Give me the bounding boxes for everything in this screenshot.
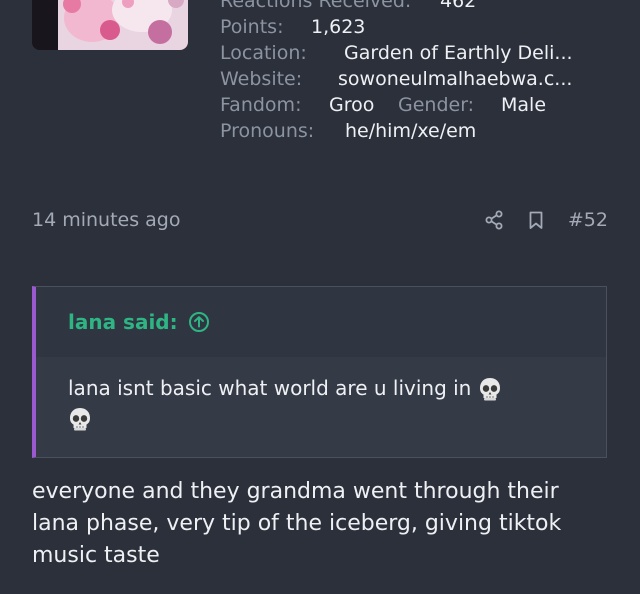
- info-value: 1,623: [311, 16, 366, 38]
- info-value: Garden of Earthly Deli...: [344, 42, 573, 64]
- info-row-location: Location: Garden of Earthly Deli...: [220, 40, 630, 66]
- info-label: Fandom:: [220, 94, 302, 116]
- info-label: Location:: [220, 42, 307, 64]
- info-row-reactions: Reactions Received: 462: [220, 0, 630, 14]
- info-label: Points:: [220, 16, 284, 38]
- info-value: he/him/xe/em: [345, 120, 477, 142]
- info-row-points: Points: 1,623: [220, 14, 630, 40]
- info-label: Pronouns:: [220, 120, 315, 142]
- info-label: Reactions Received:: [220, 0, 412, 12]
- quote-text: lana isnt basic what world are u living …: [36, 357, 606, 433]
- info-row-website: Website: sowoneulmalhaebwa.c...: [220, 66, 630, 92]
- quote-block: lana said: lana isnt basic what world ar…: [32, 286, 607, 458]
- info-value: 462: [440, 0, 477, 12]
- info-row-fandom-gender: Fandom: Groo Gender: Male: [220, 92, 630, 118]
- quote-author[interactable]: lana said:: [68, 310, 178, 334]
- user-info-list: Reactions Received: 462 Points: 1,623 Loca…: [220, 0, 630, 144]
- skull-emoji: [68, 407, 92, 433]
- arrow-up-circle-icon[interactable]: [188, 311, 210, 333]
- info-value: Groo: [329, 94, 375, 116]
- quote-text-content: lana isnt basic what world are u living …: [68, 376, 472, 400]
- post-timestamp[interactable]: 14 minutes ago: [32, 209, 181, 231]
- info-value: Male: [501, 94, 547, 116]
- skull-emoji: [478, 377, 502, 403]
- info-label: Website:: [220, 68, 303, 90]
- quote-header: lana said:: [36, 287, 606, 357]
- info-row-pronouns: Pronouns: he/him/xe/em: [220, 118, 630, 144]
- post-body-text: everyone and they grandma went through t…: [32, 479, 562, 568]
- user-avatar[interactable]: [32, 0, 188, 50]
- bookmark-icon[interactable]: [526, 210, 546, 230]
- website-link[interactable]: sowoneulmalhaebwa.c...: [338, 66, 572, 92]
- post-actions: #52: [484, 209, 608, 231]
- post-number-link[interactable]: #52: [568, 209, 608, 231]
- post-meta-bar: 14 minutes ago #52: [32, 206, 608, 234]
- share-icon[interactable]: [484, 210, 504, 230]
- info-label: Gender:: [398, 94, 475, 116]
